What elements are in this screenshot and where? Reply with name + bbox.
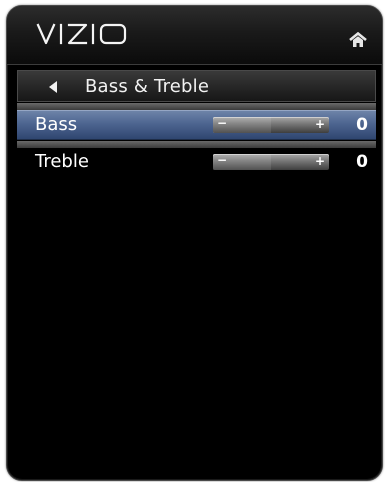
page-title: Bass & Treble: [85, 76, 210, 97]
home-icon[interactable]: [348, 32, 368, 48]
bass-slider[interactable]: − +: [213, 116, 329, 133]
setting-label: Treble: [35, 151, 89, 172]
minus-icon: −: [217, 153, 228, 167]
setting-label: Bass: [35, 114, 78, 135]
treble-slider[interactable]: − +: [213, 153, 329, 170]
plus-icon: +: [314, 117, 325, 131]
minus-icon: −: [217, 116, 228, 130]
breadcrumb[interactable]: Bass & Treble: [17, 70, 376, 102]
setting-row-treble[interactable]: Treble − + 0: [17, 148, 376, 178]
setting-row-bass[interactable]: Bass − + 0: [17, 110, 376, 140]
vizio-logo: [36, 23, 127, 45]
panel-header: [7, 6, 382, 65]
divider: [17, 103, 376, 110]
setting-value: 0: [356, 152, 368, 172]
divider: [17, 141, 376, 148]
settings-panel: Bass & Treble Bass − + 0 Treble − + 0: [6, 5, 383, 481]
setting-value: 0: [356, 115, 368, 135]
plus-icon: +: [314, 154, 325, 168]
back-arrow-icon[interactable]: [46, 79, 60, 95]
